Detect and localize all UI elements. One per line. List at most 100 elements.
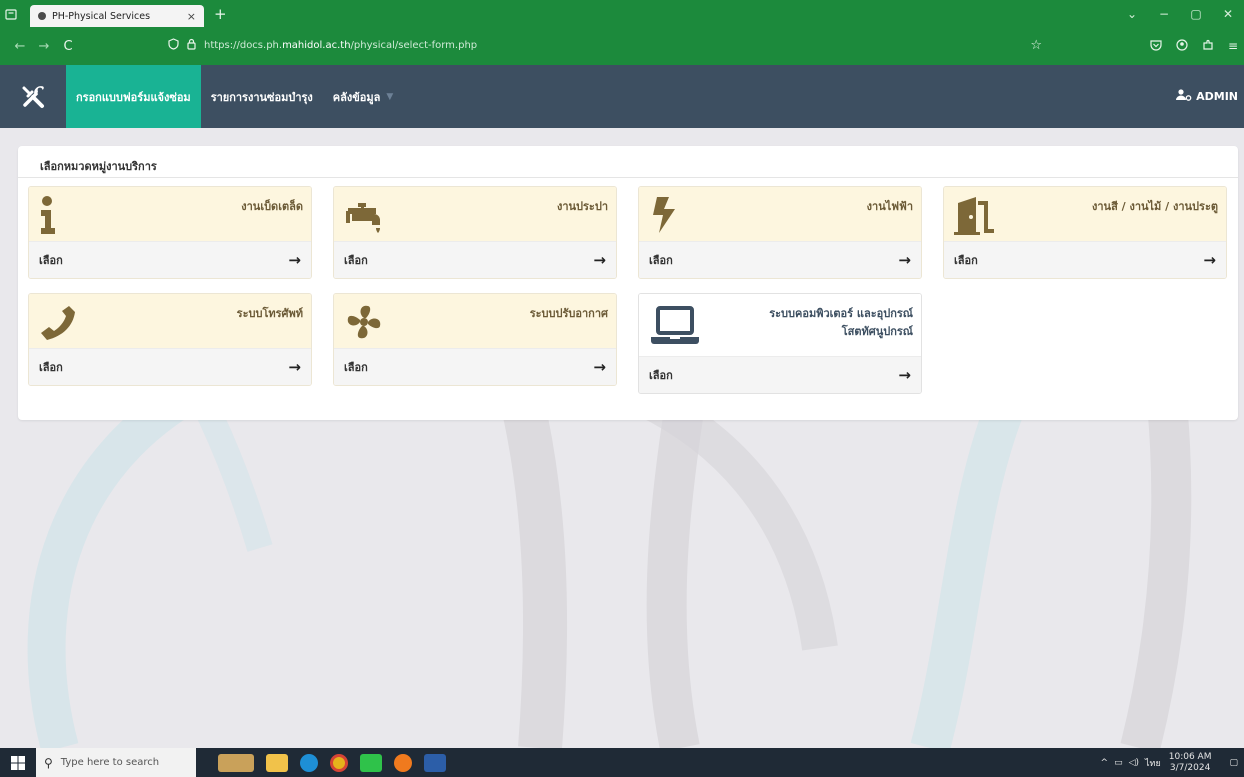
forward-icon[interactable]: →	[32, 39, 56, 54]
category-card-paint-wood-door[interactable]: งานสี / งานไม้ / งานประตู เลือก →	[943, 186, 1227, 279]
line-icon[interactable]	[360, 753, 382, 772]
edge-icon[interactable]	[300, 753, 318, 772]
card-label: ระบบโทรศัพท์	[236, 307, 303, 320]
notification-icon[interactable]: ▢	[1229, 758, 1238, 768]
card-label: งานประปา	[556, 200, 608, 213]
system-tray: ^ ▭ ◁) ไทย 10:06 AM 3/7/2024 ▢	[1095, 748, 1238, 777]
arrow-right-icon: →	[593, 358, 606, 376]
select-button[interactable]: เลือก →	[334, 241, 616, 278]
clock-time: 10:06 AM	[1168, 751, 1212, 762]
select-button[interactable]: เลือก →	[639, 356, 921, 393]
category-card-plumbing[interactable]: งานประปา เลือก →	[333, 186, 617, 279]
user-cog-icon	[1176, 89, 1192, 104]
shield-icon	[168, 37, 179, 53]
bookmark-star-icon[interactable]: ☆	[1030, 38, 1042, 53]
card-label: ระบบคอมพิวเตอร์ และอุปกรณ์ โสตทัศนูปกรณ์	[769, 305, 913, 341]
panel-title: เลือกหมวดหมู่งานบริการ	[40, 160, 157, 173]
news-widget-icon[interactable]	[218, 753, 254, 772]
select-label: เลือก	[344, 361, 368, 374]
list-all-tabs-icon[interactable]: ⌄	[1116, 7, 1148, 21]
select-button[interactable]: เลือก →	[29, 348, 311, 385]
menu-icon[interactable]: ≡	[1228, 39, 1238, 53]
search-icon: ⚲	[44, 755, 53, 770]
url-domain: mahidol.ac.th	[282, 39, 351, 51]
card-label-line2: โสตทัศนูปกรณ์	[841, 325, 913, 338]
back-icon[interactable]: ←	[8, 39, 32, 54]
window-controls: ⌄ − ▢ ✕	[1116, 0, 1244, 27]
network-icon[interactable]: ▭	[1114, 758, 1123, 768]
url-text: https://docs.ph.mahidol.ac.th/physical/s…	[204, 40, 477, 51]
windows-taskbar: ⚲ Type here to search ^ ▭ ◁) ไทย 10:06 A…	[0, 748, 1244, 777]
category-card-misc[interactable]: งานเบ็ดเตล็ด เลือก →	[28, 186, 312, 279]
taskbar-search-box[interactable]: ⚲ Type here to search	[36, 748, 196, 777]
select-label: เลือก	[649, 369, 673, 382]
tab-close-icon[interactable]: ×	[187, 10, 196, 23]
select-label: เลือก	[39, 361, 63, 374]
tools-logo-icon[interactable]	[0, 65, 66, 128]
nav-item-label: คลังข้อมูล	[332, 90, 381, 104]
card-label: ระบบปรับอากาศ	[529, 307, 608, 320]
select-button[interactable]: เลือก →	[639, 241, 921, 278]
url-prefix: https://docs.ph.	[204, 39, 283, 51]
file-explorer-icon[interactable]	[266, 753, 288, 772]
browser-tab[interactable]: PH-Physical Services ×	[30, 5, 204, 27]
address-bar[interactable]: https://docs.ph.mahidol.ac.th/physical/s…	[168, 32, 1058, 58]
select-label: เลือก	[954, 254, 978, 267]
door-icon	[954, 195, 1000, 240]
new-tab-button[interactable]: +	[214, 5, 227, 23]
card-label: งานสี / งานไม้ / งานประตู	[1092, 200, 1218, 213]
browser-nav-bar: ← → C https://docs.ph.mahidol.ac.th/phys…	[0, 27, 1244, 65]
select-button[interactable]: เลือก →	[29, 241, 311, 278]
firefox-icon[interactable]	[394, 753, 412, 772]
category-card-computer-av[interactable]: ระบบคอมพิวเตอร์ และอุปกรณ์ โสตทัศนูปกรณ์…	[638, 293, 922, 394]
user-menu[interactable]: ADMIN	[1176, 65, 1238, 128]
site-favicon-icon	[38, 12, 46, 20]
windows-start-icon[interactable]	[0, 748, 36, 777]
language-indicator[interactable]: ไทย	[1145, 756, 1161, 770]
chevron-up-icon[interactable]: ^	[1101, 758, 1109, 768]
select-button[interactable]: เลือก →	[944, 241, 1226, 278]
nav-item-label: กรอกแบบฟอร์มแจ้งซ่อม	[76, 90, 191, 104]
url-path: /physical/select-form.php	[350, 39, 478, 51]
browser-tab-bar: PH-Physical Services × + ⌄ − ▢ ✕	[0, 0, 1244, 27]
chrome-icon[interactable]	[330, 753, 348, 772]
reload-icon[interactable]: C	[56, 39, 80, 54]
account-icon[interactable]	[1176, 38, 1188, 54]
caret-down-icon: ▼	[386, 91, 394, 102]
word-icon[interactable]	[424, 753, 446, 772]
select-label: เลือก	[39, 254, 63, 267]
close-window-button[interactable]: ✕	[1212, 7, 1244, 21]
nav-item-data-store[interactable]: คลังข้อมูล ▼	[323, 65, 404, 128]
category-card-air-conditioning[interactable]: ระบบปรับอากาศ เลือก →	[333, 293, 617, 386]
arrow-right-icon: →	[288, 358, 301, 376]
laptop-icon	[649, 304, 701, 351]
minimize-button[interactable]: −	[1148, 7, 1180, 21]
arrow-right-icon: →	[898, 366, 911, 384]
category-card-electrical[interactable]: งานไฟฟ้า เลือก →	[638, 186, 922, 279]
tab-title: PH-Physical Services	[52, 10, 151, 22]
extensions-icon[interactable]	[1202, 39, 1214, 54]
arrow-right-icon: →	[288, 251, 301, 269]
clock[interactable]: 10:06 AM 3/7/2024	[1169, 752, 1212, 774]
browser-toolbar-right: ≡	[1136, 27, 1238, 65]
info-icon	[39, 195, 59, 238]
card-label: งานเบ็ดเตล็ด	[241, 200, 303, 213]
phone-icon	[39, 302, 79, 345]
service-category-panel: เลือกหมวดหมู่งานบริการ งานเบ็ดเตล็ด เลือ…	[18, 146, 1238, 420]
app-navbar: กรอกแบบฟอร์มแจ้งซ่อม รายการงานซ่อมบำรุง …	[0, 65, 1244, 128]
arrow-right-icon: →	[898, 251, 911, 269]
search-placeholder: Type here to search	[60, 757, 160, 768]
faucet-icon	[344, 195, 384, 238]
pocket-icon[interactable]	[1150, 39, 1162, 54]
bolt-icon	[649, 195, 683, 238]
nav-item-label: รายการงานซ่อมบำรุง	[210, 90, 313, 104]
maximize-button[interactable]: ▢	[1180, 7, 1212, 21]
volume-icon[interactable]: ◁)	[1129, 758, 1139, 768]
category-card-telephone[interactable]: ระบบโทรศัพท์ เลือก →	[28, 293, 312, 386]
username: ADMIN	[1196, 90, 1238, 103]
nav-item-maintenance-list[interactable]: รายการงานซ่อมบำรุง	[201, 65, 323, 128]
select-button[interactable]: เลือก →	[334, 348, 616, 385]
nav-item-repair-form[interactable]: กรอกแบบฟอร์มแจ้งซ่อม	[66, 65, 201, 128]
tab-list-icon[interactable]	[0, 0, 22, 27]
divider	[18, 177, 1238, 178]
